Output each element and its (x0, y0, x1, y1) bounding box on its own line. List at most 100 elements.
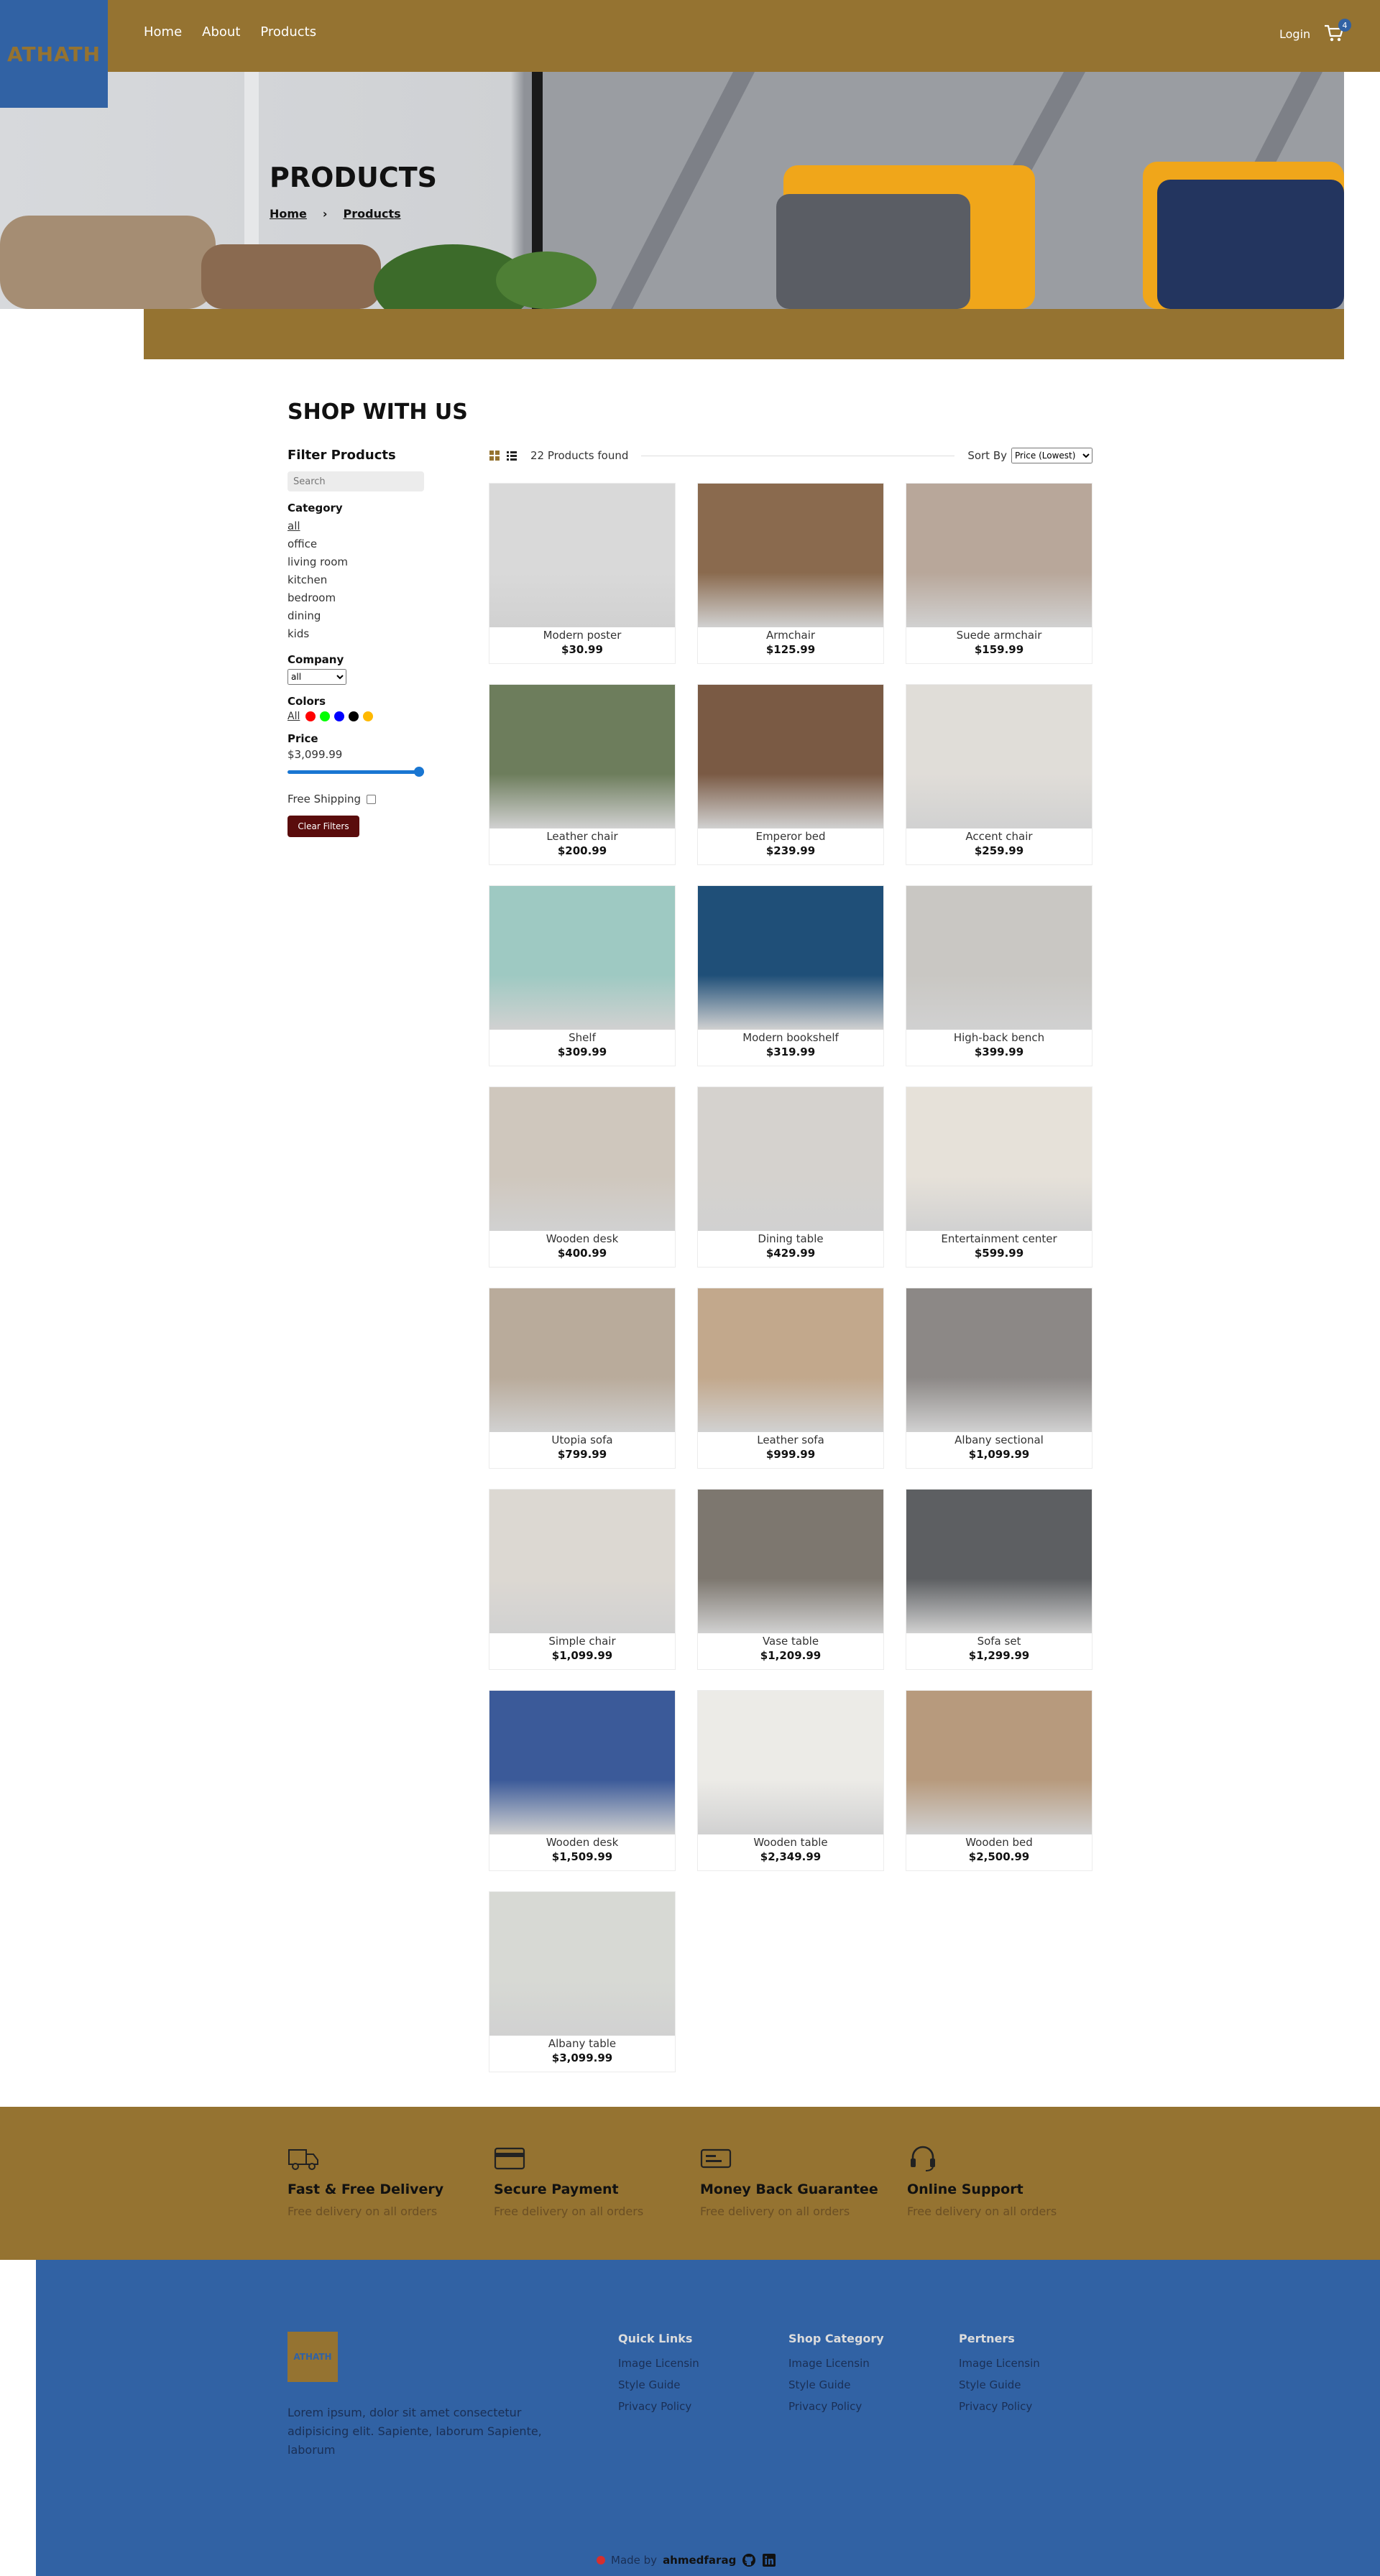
product-card[interactable]: Entertainment center $599.99 (906, 1086, 1092, 1268)
sort-select[interactable]: Price (Lowest) (1011, 448, 1092, 463)
product-image[interactable] (698, 886, 883, 1030)
product-image[interactable] (698, 484, 883, 627)
product-image[interactable] (489, 1087, 675, 1231)
color-swatch-blue[interactable] (334, 711, 345, 721)
product-price: $2,349.99 (760, 1850, 822, 1863)
category-item-dining[interactable]: dining (288, 607, 446, 625)
price-slider[interactable] (288, 767, 424, 777)
product-card[interactable]: Simple chair $1,099.99 (489, 1489, 676, 1670)
color-swatch-green[interactable] (320, 711, 331, 721)
footer-partners: Pertners Image Licensin Style Guide Priv… (959, 2332, 1040, 2417)
product-image[interactable] (906, 484, 1092, 627)
footer-link[interactable]: Privacy Policy (959, 2396, 1040, 2417)
search-input[interactable] (288, 471, 424, 491)
product-image[interactable] (698, 685, 883, 828)
footer-link[interactable]: Privacy Policy (788, 2396, 884, 2417)
linkedin-icon[interactable] (762, 2553, 776, 2567)
nav-about-link[interactable]: About (202, 24, 240, 40)
product-card[interactable]: Leather chair $200.99 (489, 684, 676, 865)
product-image[interactable] (906, 886, 1092, 1030)
product-name: Wooden desk (546, 1836, 619, 1849)
product-card[interactable]: Dining table $429.99 (697, 1086, 884, 1268)
category-item-bedroom[interactable]: bedroom (288, 589, 446, 607)
footer-link[interactable]: Privacy Policy (618, 2396, 699, 2417)
feature-subtitle: Free delivery on all orders (494, 2205, 644, 2218)
product-image[interactable] (698, 1087, 883, 1231)
free-shipping-toggle: Free Shipping (288, 793, 446, 805)
product-image[interactable] (489, 484, 675, 627)
product-card[interactable]: Wooden table $2,349.99 (697, 1690, 884, 1871)
product-image[interactable] (906, 1087, 1092, 1231)
product-image[interactable] (698, 1691, 883, 1834)
clear-filters-button[interactable]: Clear Filters (288, 816, 359, 837)
product-card[interactable]: Sofa set $1,299.99 (906, 1489, 1092, 1670)
product-name: Dining table (758, 1232, 824, 1245)
product-image[interactable] (489, 1288, 675, 1432)
product-card[interactable]: Suede armchair $159.99 (906, 483, 1092, 664)
product-image[interactable] (698, 1490, 883, 1633)
product-card[interactable]: Wooden bed $2,500.99 (906, 1690, 1092, 1871)
product-image[interactable] (906, 1691, 1092, 1834)
breadcrumb-home-link[interactable]: Home (270, 207, 307, 221)
product-image[interactable] (489, 886, 675, 1030)
color-swatch-yellow[interactable] (363, 711, 374, 721)
company-select[interactable]: all (288, 669, 346, 685)
product-price: $2,500.99 (968, 1850, 1030, 1863)
product-image[interactable] (906, 1490, 1092, 1633)
author-link[interactable]: ahmedfarag (663, 2554, 736, 2567)
product-card[interactable]: Wooden desk $1,509.99 (489, 1690, 676, 1871)
product-card[interactable]: Vase table $1,209.99 (697, 1489, 884, 1670)
color-swatch-black[interactable] (349, 711, 359, 721)
github-icon[interactable] (742, 2553, 756, 2567)
product-card[interactable]: Accent chair $259.99 (906, 684, 1092, 865)
nav-products-link[interactable]: Products (260, 24, 316, 40)
product-image[interactable] (489, 685, 675, 828)
product-price: $429.99 (765, 1247, 816, 1260)
product-card[interactable]: High-back bench $399.99 (906, 885, 1092, 1066)
footer-logo[interactable]: ATHATH (288, 2332, 338, 2382)
footer-link[interactable]: Image Licensin (788, 2353, 884, 2374)
product-card[interactable]: Modern bookshelf $319.99 (697, 885, 884, 1066)
product-image[interactable] (906, 685, 1092, 828)
product-price: $599.99 (974, 1247, 1024, 1260)
product-price: $799.99 (557, 1448, 607, 1461)
category-item-all[interactable]: all (288, 517, 446, 535)
product-card[interactable]: Utopia sofa $799.99 (489, 1288, 676, 1469)
grid-view-icon[interactable] (489, 450, 500, 461)
footer-link[interactable]: Style Guide (618, 2374, 699, 2396)
product-card[interactable]: Modern poster $30.99 (489, 483, 676, 664)
footer-link[interactable]: Style Guide (788, 2374, 884, 2396)
category-item-kitchen[interactable]: kitchen (288, 571, 446, 589)
color-all-button[interactable]: All (288, 711, 300, 722)
filters-title: Filter Products (288, 448, 396, 463)
category-item-kids[interactable]: kids (288, 625, 446, 643)
footer-link[interactable]: Image Licensin (618, 2353, 699, 2374)
product-card[interactable]: Armchair $125.99 (697, 483, 884, 664)
product-image[interactable] (489, 1490, 675, 1633)
breadcrumb-products-link[interactable]: Products (344, 207, 401, 221)
product-card[interactable]: Albany table $3,099.99 (489, 1891, 676, 2072)
category-item-living-room[interactable]: living room (288, 553, 446, 571)
color-swatch-red[interactable] (305, 711, 316, 721)
nav-home-link[interactable]: Home (144, 24, 182, 40)
product-card[interactable]: Shelf $309.99 (489, 885, 676, 1066)
site-logo[interactable]: ATHATH (0, 0, 108, 108)
filters-panel: Filter Products Category all office livi… (288, 448, 446, 837)
product-image[interactable] (906, 1288, 1092, 1432)
login-link[interactable]: Login (1279, 27, 1310, 41)
product-card[interactable]: Leather sofa $999.99 (697, 1288, 884, 1469)
feature-subtitle: Free delivery on all orders (288, 2205, 438, 2218)
footer-link[interactable]: Image Licensin (959, 2353, 1040, 2374)
category-item-office[interactable]: office (288, 535, 446, 553)
product-card[interactable]: Wooden desk $400.99 (489, 1086, 676, 1268)
product-image[interactable] (698, 1288, 883, 1432)
price-slider-thumb[interactable] (414, 767, 424, 777)
product-name: Leather sofa (757, 1434, 824, 1446)
product-card[interactable]: Albany sectional $1,099.99 (906, 1288, 1092, 1469)
product-image[interactable] (489, 1892, 675, 2036)
product-image[interactable] (489, 1691, 675, 1834)
list-view-icon[interactable] (506, 450, 518, 461)
free-shipping-checkbox[interactable] (367, 794, 377, 804)
footer-link[interactable]: Style Guide (959, 2374, 1040, 2396)
product-card[interactable]: Emperor bed $239.99 (697, 684, 884, 865)
